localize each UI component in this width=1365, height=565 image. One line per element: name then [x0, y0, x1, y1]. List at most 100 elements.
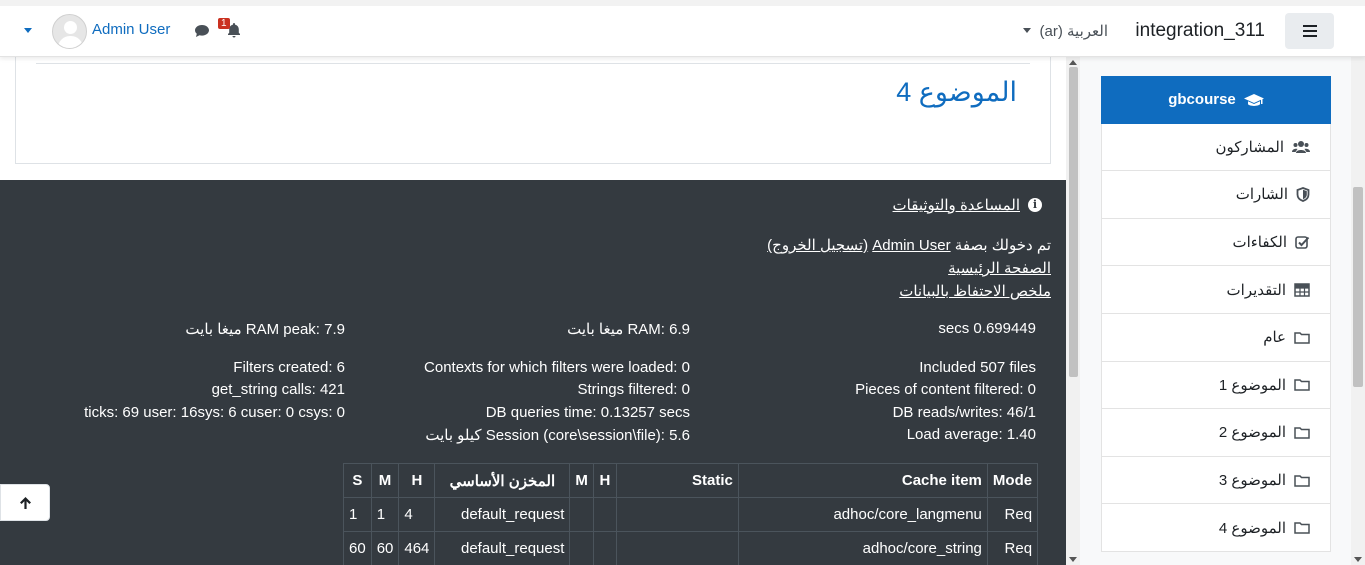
nav-item-competencies[interactable]: الكفاءات [1101, 218, 1331, 267]
nav-item-label: الموضوع 1 [1218, 376, 1286, 394]
home-link[interactable]: الصفحة الرئيسية [948, 260, 1051, 277]
nav-item-topic-2[interactable]: الموضوع 2 [1101, 409, 1331, 457]
logged-in-user-link[interactable]: Admin User [872, 237, 950, 254]
cell [615, 497, 739, 532]
table-row: 1 1 4 default_request adhoc/core_langmen… [343, 497, 1039, 532]
nav-item-topic-3[interactable]: الموضوع 3 [1101, 456, 1331, 505]
home-link-wrap: الصفحة الرئيسية [948, 259, 1051, 277]
cell: 1 [343, 497, 372, 532]
scroll-down-icon[interactable] [1069, 557, 1077, 562]
page-footer: i المساعدة والتوثيقات تم دخولك بصفة Admi… [0, 180, 1066, 565]
nav-item-label: عام [1263, 329, 1286, 347]
folder-icon [1294, 332, 1310, 344]
col-m: M [370, 463, 400, 498]
avatar[interactable] [52, 14, 87, 49]
nav-item-badges[interactable]: الشارات [1101, 171, 1331, 219]
main-scrollbar[interactable] [1066, 57, 1080, 565]
scroll-up-icon[interactable] [1069, 60, 1077, 65]
perf-db-time: DB queries time: 0.13257 secs [485, 404, 690, 421]
cell [592, 497, 617, 532]
help-docs-link[interactable]: المساعدة والتوثيقات [893, 196, 1020, 214]
perf-secs: secs 0.699449 [938, 320, 1036, 337]
logout-link[interactable]: (تسجيل الخروج) [767, 237, 868, 254]
perf-ticks: ticks: 69 user: 16sys: 6 cuser: 0 csys: … [84, 404, 345, 421]
perf-get-string: get_string calls: 421 [211, 381, 345, 398]
nav-item-label: المشاركون [1215, 138, 1284, 156]
perf-included: Included 507 files [919, 359, 1036, 376]
perf-contexts: Contexts for which filters were loaded: … [424, 359, 690, 376]
users-icon [1292, 140, 1310, 153]
hamburger-icon [1302, 25, 1317, 37]
perf-strings-filtered: Strings filtered: 0 [577, 381, 690, 398]
drawer-scrollbar[interactable] [1351, 57, 1365, 565]
language-chevron-down-icon[interactable] [1023, 28, 1031, 33]
nav-item-topic-4[interactable]: الموضوع 4 [1101, 504, 1331, 552]
logged-in-info: تم دخولك بصفة Admin User (تسجيل الخروج) [767, 236, 1051, 254]
nav-drawer: gbcourse المشاركون الشارات الكفاءات التق… [1080, 57, 1351, 565]
messages-icon[interactable] [194, 23, 210, 39]
cell [615, 531, 739, 565]
nav-item-label: gbcourse [1168, 91, 1236, 109]
scrollbar-thumb[interactable] [1353, 187, 1363, 387]
user-menu-name[interactable]: Admin User [92, 21, 170, 38]
cell: 1 [370, 497, 400, 532]
folder-icon [1294, 379, 1310, 392]
cache-table-header: S M H المخزن الأساسي M H Static Cache it… [343, 463, 1039, 498]
nav-item-label: الموضوع 4 [1218, 519, 1286, 537]
nav-item-label: الموضوع 3 [1218, 472, 1286, 490]
scroll-down-icon[interactable] [1354, 557, 1362, 562]
folder-icon [1294, 522, 1310, 534]
perf-session: Session (core\session\file): 5.6 كيلو با… [425, 427, 690, 444]
cell [569, 531, 594, 565]
nav-item-label: الكفاءات [1232, 234, 1287, 252]
info-icon: i [1028, 198, 1042, 212]
top-navbar: Admin User 1 العربية (ar) integration_31… [0, 0, 1365, 57]
perf-filters-created: Filters created: 6 [233, 359, 345, 376]
nav-item-label: الموضوع 2 [1218, 424, 1286, 442]
folder-icon [1294, 474, 1310, 487]
cell: 464 [398, 531, 436, 565]
site-name[interactable]: integration_311 [1135, 20, 1265, 42]
perf-ram-peak: RAM peak: 7.9 ميغا بايت [185, 321, 345, 338]
graduation-cap-icon [1243, 93, 1264, 106]
drawer-toggle-button[interactable] [1285, 13, 1334, 49]
cell: default_request [434, 497, 571, 532]
shield-icon [1296, 187, 1310, 202]
back-to-top-button[interactable] [0, 484, 50, 521]
col-static: Static [615, 463, 739, 498]
cell: 4 [398, 497, 436, 532]
nav-item-participants[interactable]: المشاركون [1101, 123, 1331, 172]
course-nav-list: gbcourse المشاركون الشارات الكفاءات التق… [1101, 76, 1331, 552]
user-menu-chevron-down-icon[interactable] [24, 28, 32, 33]
col-primary-store: المخزن الأساسي [434, 463, 571, 498]
perf-load: Load average: 1.40 [906, 426, 1036, 443]
logged-in-prefix: تم دخولك بصفة [954, 237, 1051, 254]
arrow-up-icon [19, 496, 31, 509]
data-retention-wrap: ملخص الاحتفاظ بالبيانات [899, 282, 1051, 300]
perf-ram: RAM: 6.9 ميغا بايت [567, 321, 690, 338]
col-h-static: H [592, 463, 617, 498]
data-retention-link[interactable]: ملخص الاحتفاظ بالبيانات [899, 283, 1051, 300]
cell: default_request [434, 531, 571, 565]
cell: 60 [343, 531, 372, 565]
col-mode: Mode [986, 463, 1039, 498]
divider [36, 63, 1030, 64]
col-cache-item: Cache item [737, 463, 988, 498]
cell: Req [986, 531, 1039, 565]
check-square-icon [1295, 235, 1310, 249]
notification-count-badge: 1 [218, 18, 230, 29]
col-s: S [343, 463, 372, 498]
scrollbar-thumb[interactable] [1069, 67, 1078, 377]
nav-item-topic-1[interactable]: الموضوع 1 [1101, 361, 1331, 410]
cache-table: S M H المخزن الأساسي M H Static Cache it… [343, 463, 1039, 565]
cell [569, 497, 594, 532]
perf-db-rw: DB reads/writes: 46/1 [892, 404, 1036, 421]
nav-item-grades[interactable]: التقديرات [1101, 266, 1331, 314]
nav-item-course[interactable]: gbcourse [1101, 76, 1331, 124]
section-title[interactable]: الموضوع 4 [896, 77, 1017, 108]
cell: Req [986, 497, 1039, 532]
folder-icon [1294, 427, 1310, 439]
nav-item-general[interactable]: عام [1101, 313, 1331, 362]
main-content: الموضوع 4 i المساعدة والتوثيقات تم دخولك… [0, 57, 1066, 565]
language-menu[interactable]: العربية (ar) [1040, 22, 1109, 40]
